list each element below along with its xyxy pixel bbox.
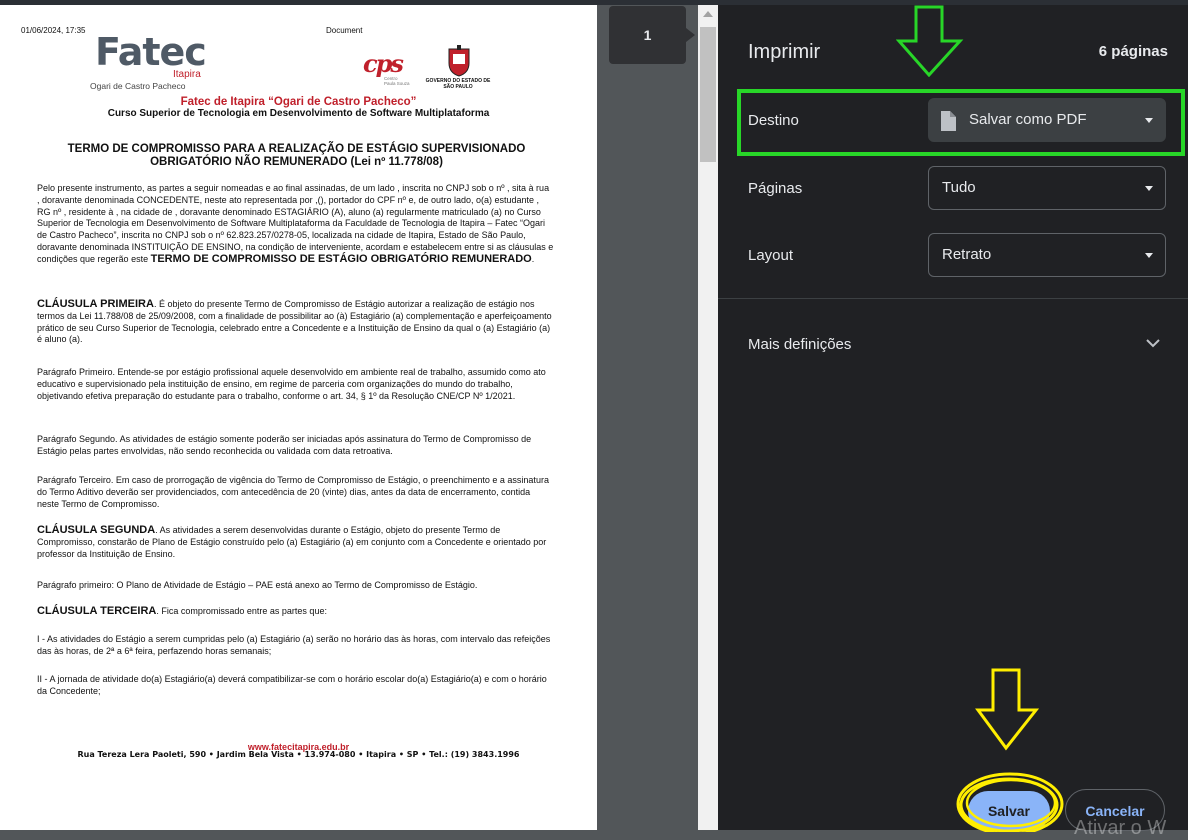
fatec-logo: Fatec Itapira Ogari de Castro Pacheco [90,30,207,91]
pages-value: Tudo [942,179,976,196]
cps-logo-subtitle: Centro Paula Souza [384,76,410,86]
clause-third-item-2: II - A jornada de atividade do(a) Estagi… [37,674,547,696]
print-title: Imprimir [748,41,821,63]
pages-select[interactable]: Tudo [928,166,1166,210]
fatec-logo-brand: Fatec [95,30,207,74]
paragraph-third: Parágrafo Terceiro. Em caso de prorrogaç… [37,475,549,509]
institution-name: Fatec de Itapira “Ogari de Castro Pachec… [180,96,417,108]
intro-paragraph: Pelo presente instrumento, as partes a s… [37,183,554,265]
page-badge-pointer [686,28,695,42]
page-header-date: 01/06/2024, 17:35 [21,26,86,35]
scroll-thumb[interactable] [700,27,716,162]
gov-logo-text: GOVERNO DO ESTADO DE SÃO PAULO [425,78,491,90]
document-title-line1: TERMO DE COMPROMISSO PARA A REALIZAÇÃO D… [67,143,526,155]
clause-third-title: CLÁUSULA TERCEIRA [37,605,157,617]
intro-text: Pelo presente instrumento, as partes a s… [37,183,554,264]
page-number-badge[interactable]: 1 [609,6,686,64]
document-title: TERMO DE COMPROMISSO PARA A REALIZAÇÃO D… [40,143,553,169]
clause-second-title: CLÁUSULA SEGUNDA [37,524,156,536]
paragraph-second: Parágrafo Segundo. As atividades de está… [37,434,532,456]
clause-third: CLÁUSULA TERCEIRA. Fica compromissado en… [37,605,554,618]
destination-highlight-box [737,89,1185,156]
sao-paulo-emblem-icon [448,45,470,77]
layout-value: Retrato [942,246,992,263]
clause-second: CLÁUSULA SEGUNDA. As atividades a serem … [37,524,554,560]
chevron-down-icon [1145,253,1153,258]
panel-divider [718,298,1188,299]
activate-windows-watermark: Ativar o W [1074,817,1167,839]
fatec-logo-city: Itapira [173,69,201,80]
cps-logo: cps [363,49,404,78]
save-button[interactable]: Salvar [968,791,1050,831]
page-count: 6 páginas [1098,43,1168,60]
page-header-title: Document [326,26,363,35]
clause-first-title: CLÁUSULA PRIMEIRA [37,298,154,310]
paragraph-pae: Parágrafo primeiro: O Plano de Atividade… [37,580,478,590]
layout-select[interactable]: Retrato [928,233,1166,277]
clause-third-item-1: I - As atividades do Estágio a serem cum… [37,634,551,656]
scroll-up-arrow-icon[interactable] [703,11,713,17]
expand-chevron-icon[interactable] [1146,338,1160,348]
intro-bold-text: TERMO DE COMPROMISSO DE ESTÁGIO OBRIGATÓ… [150,252,532,265]
chevron-down-icon [1145,186,1153,191]
preview-page: 01/06/2024, 17:35 Document Fatec Itapira… [0,5,597,830]
clause-first: CLÁUSULA PRIMEIRA. É objeto do presente … [37,298,554,346]
footer-address: Rua Tereza Lera Paoleti, 590 • Jardim Be… [77,750,520,759]
pages-label: Páginas [748,180,803,197]
more-settings-toggle[interactable]: Mais definições [748,336,851,353]
clause-third-text: . Fica compromissado entre as partes que… [156,606,327,616]
course-name: Curso Superior de Tecnologia em Desenvol… [107,108,490,119]
paragraph-first: Parágrafo Primeiro. Entende-se por estág… [37,367,546,401]
document-title-line2: OBRIGATÓRIO NÃO REMUNERADO (Lei nº 11.77… [150,156,443,168]
fatec-logo-subtitle: Ogari de Castro Pacheco [90,81,186,91]
thumbnail-column [597,5,698,830]
layout-label: Layout [748,247,794,264]
preview-scrollbar[interactable] [698,5,718,830]
